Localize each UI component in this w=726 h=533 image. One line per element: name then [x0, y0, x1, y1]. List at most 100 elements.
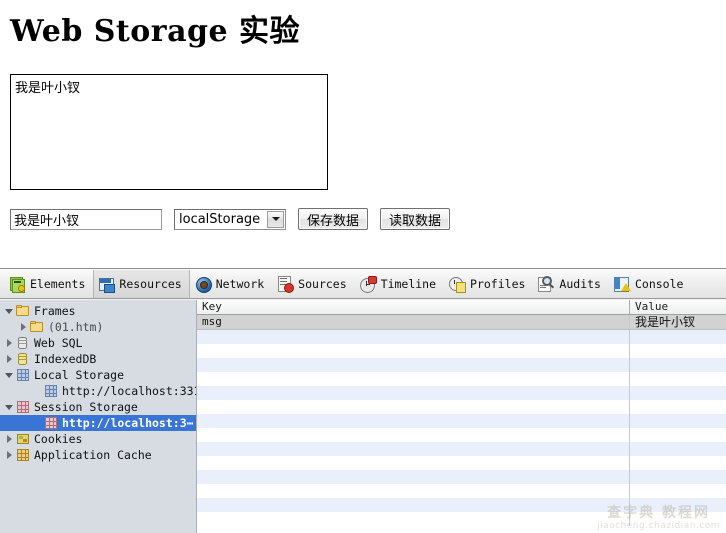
table-row-empty: [197, 344, 726, 358]
cell-key-empty: [197, 386, 630, 400]
cell-value-empty: [630, 386, 726, 400]
cookie-icon: [16, 433, 30, 445]
chevron-down-icon[interactable]: [4, 369, 16, 381]
data-grid-header: Key Value: [197, 300, 726, 315]
tree-item[interactable]: Application Cache: [0, 447, 196, 463]
cell-key-empty: [197, 484, 630, 498]
cell-value-empty: [630, 400, 726, 414]
devtools-tab-elements[interactable]: Elements: [4, 270, 93, 298]
devtools-tab-resources[interactable]: Resources: [93, 269, 190, 298]
cell-key-empty: [197, 414, 630, 428]
grid-pink-icon: [44, 417, 58, 429]
tree-item[interactable]: (01.htm): [0, 319, 196, 335]
chevron-right-icon[interactable]: [4, 449, 16, 461]
cell-value-empty: [630, 456, 726, 470]
chevron-down-icon[interactable]: [4, 401, 16, 413]
table-row-empty: [197, 512, 726, 526]
devtools-tab-label: Elements: [30, 276, 86, 291]
tree-item-label: Frames: [34, 303, 76, 318]
tree-item[interactable]: http://localhost:3317: [0, 383, 196, 399]
message-textarea[interactable]: 我是叶小钗: [10, 74, 328, 190]
cell-value-empty: [630, 330, 726, 344]
read-data-button[interactable]: 读取数据: [380, 208, 451, 230]
cell-value-empty: [630, 414, 726, 428]
chevron-right-icon[interactable]: [4, 353, 16, 365]
cell-value-empty: [630, 484, 726, 498]
network-icon: [195, 276, 212, 293]
chevron-down-icon[interactable]: [4, 305, 16, 317]
table-row-empty: [197, 442, 726, 456]
grid-blue-icon: [16, 369, 30, 381]
storage-data-grid[interactable]: Key Value msg 我是叶小钗: [197, 300, 726, 533]
chevron-right-icon[interactable]: [4, 337, 16, 349]
chevron-down-icon[interactable]: [267, 210, 284, 228]
cell-key-empty: [197, 400, 630, 414]
cell-key-empty: [197, 456, 630, 470]
database-icon: [16, 337, 30, 349]
cell-value-empty: [630, 442, 726, 456]
devtools-tab-label: Timeline: [380, 276, 437, 291]
devtools-panel: Elements Resources Network Sources Timeline P…: [0, 268, 726, 533]
devtools-tab-audits[interactable]: Audits: [533, 270, 609, 298]
key-input[interactable]: [10, 208, 162, 230]
cell-key-empty: [197, 372, 630, 386]
devtools-tab-timeline[interactable]: Timeline: [355, 270, 444, 298]
tree-item[interactable]: IndexedDB: [0, 351, 196, 367]
devtools-tab-console[interactable]: Console: [609, 270, 691, 298]
devtools-tab-sources[interactable]: Sources: [272, 270, 354, 298]
tree-item[interactable]: http://localhost:3⋯: [0, 415, 196, 431]
table-row-empty: [197, 470, 726, 484]
tree-item-label: http://localhost:3317: [62, 383, 197, 398]
resources-icon: [98, 276, 116, 293]
devtools-tab-label: Sources: [298, 276, 347, 291]
column-header-value[interactable]: Value: [630, 300, 726, 314]
cell-value-empty: [630, 358, 726, 372]
devtools-tab-label: Console: [634, 276, 684, 291]
sources-icon: [277, 275, 295, 293]
table-row-empty: [197, 428, 726, 442]
storage-form-row: localStorage 保存数据 读取数据: [10, 208, 451, 230]
cell-value[interactable]: 我是叶小钗: [630, 315, 726, 329]
chevron-right-icon[interactable]: [18, 321, 30, 333]
column-header-key[interactable]: Key: [197, 300, 630, 314]
table-row[interactable]: msg 我是叶小钗: [197, 315, 726, 330]
web-page-area: Web Storage 实验 我是叶小钗 localStorage 保存数据 读…: [0, 0, 726, 268]
save-data-button[interactable]: 保存数据: [298, 208, 369, 230]
cell-key-empty: [197, 470, 630, 484]
tree-item[interactable]: Cookies: [0, 431, 196, 447]
audits-icon: [538, 275, 555, 292]
devtools-tab-profiles[interactable]: Profiles: [444, 270, 533, 298]
tree-item-label: Web SQL: [34, 335, 83, 350]
cell-key-empty: [197, 498, 630, 512]
cell-value-empty: [630, 498, 726, 512]
grid-blue-icon: [44, 385, 58, 397]
tree-item-label: IndexedDB: [34, 351, 97, 366]
cell-key[interactable]: msg: [197, 315, 630, 329]
tree-item[interactable]: Session Storage: [0, 399, 196, 415]
tree-item[interactable]: Web SQL: [0, 335, 196, 351]
table-row-empty: [197, 400, 726, 414]
database-yellow-icon: [16, 353, 30, 365]
table-row-empty: [197, 386, 726, 400]
cell-value-empty: [630, 470, 726, 484]
appcache-icon: [16, 449, 30, 461]
devtools-body: Frames (01.htm) Web SQL IndexedDB Local Stor…: [0, 300, 726, 533]
profiles-icon: [449, 276, 467, 293]
chevron-right-icon[interactable]: [4, 433, 16, 445]
table-row-empty: [197, 456, 726, 470]
tree-item[interactable]: Frames: [0, 303, 196, 319]
table-row-empty: [197, 358, 726, 372]
storage-type-select-value: localStorage: [179, 211, 261, 227]
devtools-tab-label: Network: [215, 276, 265, 291]
tree-item-label: Cookies: [34, 431, 83, 446]
cell-key-empty: [197, 344, 630, 358]
devtools-tab-network[interactable]: Network: [190, 270, 272, 298]
data-grid-rows: msg 我是叶小钗: [197, 315, 726, 526]
folder-icon: [30, 321, 44, 333]
tree-item-label: (01.htm): [48, 319, 104, 334]
resources-sidebar-tree[interactable]: Frames (01.htm) Web SQL IndexedDB Local Stor…: [0, 300, 197, 533]
timeline-icon: [359, 275, 377, 293]
tree-item[interactable]: Local Storage: [0, 367, 196, 383]
storage-type-select[interactable]: localStorage: [174, 208, 286, 230]
